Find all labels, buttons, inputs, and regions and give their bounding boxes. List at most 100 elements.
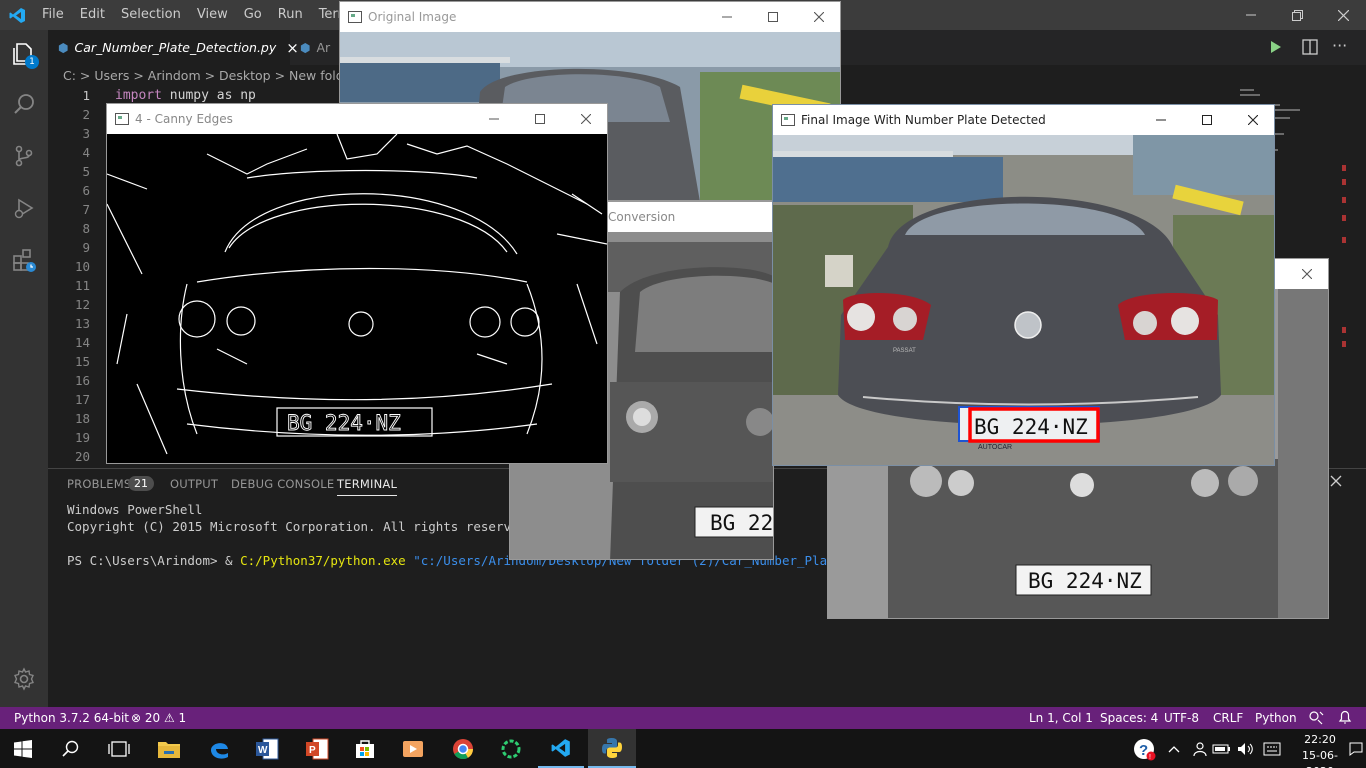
settings-gear-icon[interactable] <box>0 655 48 703</box>
split-editor-icon[interactable] <box>1302 39 1318 59</box>
window-maximize-button[interactable] <box>750 2 796 32</box>
tray-chevron-up-icon[interactable] <box>1160 729 1188 768</box>
tab-car-number-plate[interactable]: ⬢ Car_Number_Plate_Detection.py × <box>48 30 299 65</box>
volume-icon[interactable] <box>1232 729 1260 768</box>
menu-file[interactable]: File <box>34 0 72 30</box>
final-image-window[interactable]: Final Image With Number Plate Detected P… <box>772 104 1275 466</box>
menu-edit[interactable]: Edit <box>72 0 113 30</box>
status-bar: Python 3.7.2 64-bit ⊗ 20 ⚠ 1 Ln 1, Col 1… <box>0 707 1366 729</box>
line-number: 9 <box>82 240 90 255</box>
line-number: 18 <box>74 411 90 426</box>
window-title: Final Image With Number Plate Detected <box>801 113 1046 127</box>
line-number: 20 <box>74 449 90 464</box>
feedback-icon[interactable] <box>1308 709 1324 728</box>
line-number: 17 <box>74 392 90 407</box>
final-car-photo: PASSAT AUTOCAR BG 224·NZ <box>773 135 1274 465</box>
menu-selection[interactable]: Selection <box>113 0 189 30</box>
window-close-button[interactable] <box>1230 105 1274 135</box>
window-maximize-button[interactable] <box>517 104 563 134</box>
line-number: 19 <box>74 430 90 445</box>
notifications-bell-icon[interactable] <box>1338 709 1352 728</box>
line-number: 5 <box>82 164 90 179</box>
window-close-button[interactable] <box>1284 259 1328 289</box>
clock[interactable]: 22:20 15-06-2020 <box>1290 732 1350 768</box>
tab-problems[interactable]: PROBLEMS <box>67 477 131 491</box>
python-interpreter[interactable]: Python 3.7.2 64-bit <box>14 711 129 725</box>
clock-time: 22:20 <box>1304 733 1336 746</box>
more-actions-icon[interactable]: ··· <box>1332 36 1347 55</box>
close-window-button[interactable] <box>1320 0 1366 30</box>
encoding[interactable]: UTF-8 <box>1164 711 1199 725</box>
store-icon[interactable] <box>342 729 388 768</box>
svg-text:!: ! <box>1149 754 1151 761</box>
panel-close-icon[interactable] <box>1330 472 1354 496</box>
activity-bar: 1 <box>0 30 48 707</box>
line-number: 12 <box>74 297 90 312</box>
vscode-logo-icon[interactable] <box>0 7 34 24</box>
code-text: numpy as np <box>161 88 256 103</box>
powerpoint-icon[interactable]: P <box>294 729 340 768</box>
plate-text-gray: BG 224·NZ <box>710 511 774 535</box>
media-player-icon[interactable] <box>390 729 436 768</box>
window-app-icon <box>115 113 129 125</box>
window-minimize-button[interactable] <box>704 2 750 32</box>
line-number: 3 <box>82 126 90 141</box>
explorer-badge: 1 <box>25 55 39 69</box>
task-view-icon[interactable] <box>96 729 142 768</box>
word-icon[interactable]: W <box>244 729 290 768</box>
source-control-icon[interactable] <box>0 132 48 180</box>
keyboard-icon[interactable] <box>1258 729 1286 768</box>
python-taskbar-icon[interactable] <box>588 729 636 768</box>
plate-text-edges: BG 224·NZ <box>287 411 401 435</box>
tab-output[interactable]: OUTPUT <box>170 477 218 491</box>
run-file-button[interactable] <box>1270 40 1282 58</box>
minimize-button[interactable] <box>1228 0 1274 30</box>
notification-center-icon[interactable] <box>1346 729 1366 768</box>
app-green-ring-icon[interactable] <box>488 729 534 768</box>
window-close-button[interactable] <box>563 104 607 134</box>
line-number: 7 <box>82 202 90 217</box>
menu-view[interactable]: View <box>189 0 236 30</box>
windows-start-icon[interactable] <box>0 729 46 768</box>
canny-edges-image: BG 224·NZ <box>107 134 607 463</box>
window-maximize-button[interactable] <box>1184 105 1230 135</box>
line-number: 2 <box>82 107 90 122</box>
line-number: 16 <box>74 373 90 388</box>
tab-label: Car_Number_Plate_Detection.py <box>74 40 277 55</box>
window-title: Original Image <box>368 10 457 24</box>
cursor-position[interactable]: Ln 1, Col 1 <box>1029 711 1093 725</box>
menu-go[interactable]: Go <box>236 0 270 30</box>
indentation[interactable]: Spaces: 4 <box>1100 711 1158 725</box>
window-title: Conversion <box>608 210 676 224</box>
line-number: 14 <box>74 335 90 350</box>
explorer-icon[interactable]: 1 <box>0 30 48 78</box>
window-close-button[interactable] <box>796 2 840 32</box>
window-title: 4 - Canny Edges <box>135 112 233 126</box>
line-endings[interactable]: CRLF <box>1213 711 1243 725</box>
window-minimize-button[interactable] <box>1138 105 1184 135</box>
vscode-taskbar-icon[interactable] <box>538 729 584 768</box>
extensions-icon[interactable] <box>0 236 48 284</box>
language-mode[interactable]: Python <box>1255 711 1297 725</box>
run-debug-icon[interactable] <box>0 184 48 232</box>
chrome-icon[interactable] <box>440 729 486 768</box>
line-number: 13 <box>74 316 90 331</box>
problems-summary[interactable]: ⊗ 20 ⚠ 1 <box>131 711 186 725</box>
svg-text:P: P <box>309 745 316 756</box>
restore-button[interactable] <box>1274 0 1320 30</box>
menu-run[interactable]: Run <box>270 0 311 30</box>
tab-debug-console[interactable]: DEBUG CONSOLE <box>231 477 334 491</box>
line-number: 11 <box>74 278 90 293</box>
edge-browser-icon[interactable] <box>196 729 242 768</box>
python-file-icon: ⬢ <box>300 40 311 55</box>
taskbar-search-icon[interactable] <box>48 729 94 768</box>
keyword: import <box>115 88 162 103</box>
search-icon[interactable] <box>0 80 48 128</box>
canny-edges-window[interactable]: 4 - Canny Edges BG 224·NZ <box>106 103 608 464</box>
plate-text-bg: BG 224·NZ <box>1028 569 1142 593</box>
code-line-1[interactable]: import numpy as np <box>115 88 256 103</box>
tab-terminal[interactable]: TERMINAL <box>337 477 398 496</box>
file-explorer-icon[interactable] <box>146 729 192 768</box>
window-minimize-button[interactable] <box>471 104 517 134</box>
problems-count-badge: 21 <box>128 476 154 491</box>
